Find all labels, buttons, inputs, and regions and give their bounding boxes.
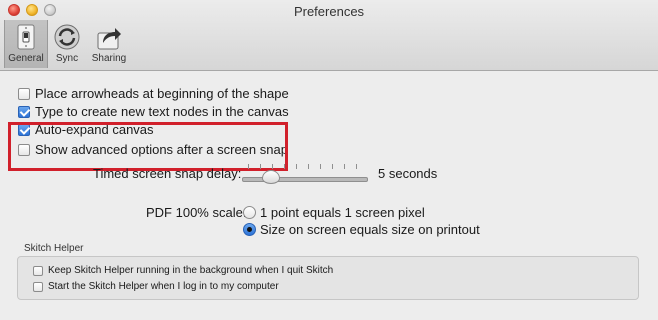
option-type-text[interactable]: Type to create new text nodes in the can…	[18, 104, 289, 119]
slider-tick	[272, 164, 273, 169]
skitch-helper-group	[17, 256, 639, 300]
tab-general[interactable]: General	[4, 20, 48, 68]
arrowheads-label: Place arrowheads at beginning of the sha…	[35, 86, 289, 101]
snap-delay-value: 5 seconds	[378, 166, 438, 181]
option-keep-helper[interactable]: Keep Skitch Helper running in the backgr…	[33, 265, 333, 276]
pdf-scale-pixel-label: 1 point equals 1 screen pixel	[260, 205, 425, 220]
slider-tick	[284, 164, 285, 169]
slider-tick	[308, 164, 309, 169]
start-helper-label: Start the Skitch Helper when I log in to…	[48, 281, 279, 292]
slider-tick	[296, 164, 297, 169]
keep-helper-label: Keep Skitch Helper running in the backgr…	[48, 265, 334, 276]
keep-helper-checkbox[interactable]	[33, 265, 43, 276]
slider-tick	[344, 164, 345, 169]
title-bar: Preferences General Sync Sharing	[0, 0, 658, 71]
option-arrowheads[interactable]: Place arrowheads at beginning of the sha…	[18, 86, 289, 101]
pdf-scale-printout-radio[interactable]	[243, 223, 256, 236]
snap-delay-slider[interactable]	[240, 162, 370, 186]
slider-tick	[332, 164, 333, 169]
type-text-checkbox[interactable]	[18, 105, 30, 118]
pdf-scale-pixel-radio[interactable]	[243, 206, 256, 219]
window-title: Preferences	[293, 4, 365, 19]
tab-general-label: General	[8, 53, 44, 64]
pdf-scale-option-printout[interactable]: Size on screen equals size on printout	[243, 222, 480, 237]
slider-tick	[248, 164, 249, 169]
arrowheads-checkbox[interactable]	[18, 87, 30, 100]
slider-track	[242, 177, 368, 182]
sync-icon	[54, 24, 80, 50]
slider-tick	[356, 164, 357, 169]
slider-tick	[320, 164, 321, 169]
type-text-label: Type to create new text nodes in the can…	[35, 104, 289, 119]
pdf-scale-printout-label: Size on screen equals size on printout	[260, 222, 480, 237]
preferences-window: Preferences General Sync Sharing Place a…	[0, 0, 658, 320]
tab-sharing-label: Sharing	[91, 53, 127, 64]
snap-delay-label: Timed screen snap delay:	[93, 166, 242, 181]
skitch-helper-title: Skitch Helper	[24, 243, 84, 254]
pdf-scale-option-pixel[interactable]: 1 point equals 1 screen pixel	[243, 205, 425, 220]
slider-thumb[interactable]	[262, 170, 280, 184]
slider-tick	[260, 164, 261, 169]
tab-sync-label: Sync	[55, 53, 79, 64]
tab-sync[interactable]: Sync	[50, 20, 84, 68]
start-helper-checkbox[interactable]	[33, 281, 43, 292]
tab-sharing[interactable]: Sharing	[88, 20, 130, 68]
light-switch-icon	[17, 24, 35, 50]
share-arrow-icon	[97, 28, 121, 50]
option-start-helper[interactable]: Start the Skitch Helper when I log in to…	[33, 281, 279, 292]
pdf-scale-label: PDF 100% scale:	[146, 205, 247, 220]
